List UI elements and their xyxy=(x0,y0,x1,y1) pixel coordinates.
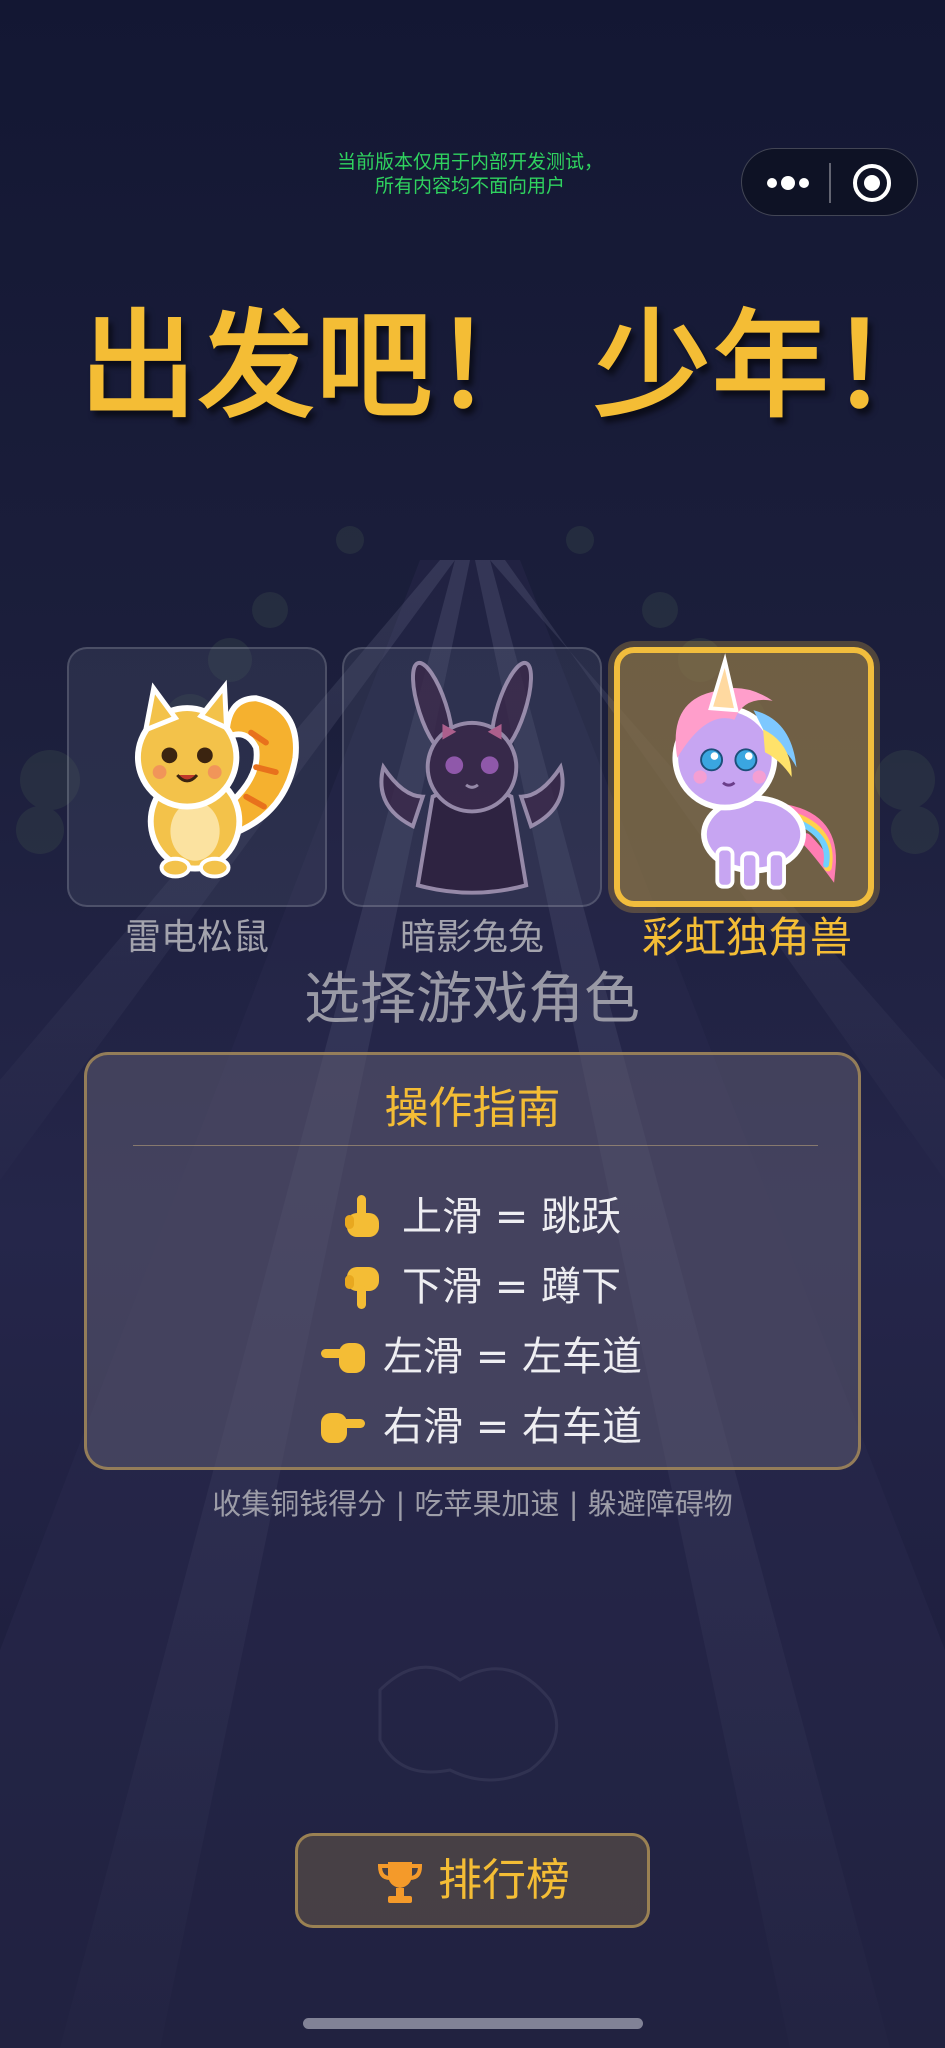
character-card-bunny[interactable] xyxy=(342,647,602,907)
guide-divider xyxy=(133,1145,818,1146)
guide-item-swipe-right: 右滑 = 右车道 xyxy=(87,1397,858,1457)
character-name-squirrel: 雷电松鼠 xyxy=(124,917,269,958)
home-indicator[interactable] xyxy=(303,2018,643,2029)
close-miniprogram-button[interactable] xyxy=(842,163,902,203)
guide-item-text: 上滑 = 跳跃 xyxy=(402,1194,621,1240)
more-dots-icon xyxy=(767,176,809,190)
hand-pointing-up-icon xyxy=(345,1195,379,1237)
guide-item-swipe-up: 上滑 = 跳跃 xyxy=(87,1187,858,1247)
select-character-label: 选择游戏角色 xyxy=(304,967,640,1032)
leaderboard-label: 排行榜 xyxy=(438,1855,570,1906)
miniprogram-capsule xyxy=(741,148,918,216)
gameplay-tips: 收集铜钱得分 | 吃苹果加速 | 躲避障碍物 xyxy=(212,1487,733,1521)
operation-guide-panel: 操作指南 上滑 = 跳跃 下滑 = 蹲下 左滑 = 左车道 右滑 = 右车道 xyxy=(84,1052,861,1470)
dev-notice-line1: 当前版本仅用于内部开发测试， xyxy=(336,151,603,173)
hand-pointing-left-icon xyxy=(321,1343,365,1373)
guide-item-text: 下滑 = 蹲下 xyxy=(402,1264,621,1310)
hand-pointing-down-icon xyxy=(345,1267,379,1309)
guide-item-text: 左滑 = 左车道 xyxy=(383,1334,642,1380)
dev-notice: 当前版本仅用于内部开发测试， 所有内容均不面向用户 xyxy=(310,150,630,198)
character-name-unicorn: 彩虹独角兽 xyxy=(641,913,852,962)
shadow-bunny-icon xyxy=(379,660,565,895)
more-button[interactable] xyxy=(760,163,816,203)
character-card-squirrel[interactable] xyxy=(67,647,327,907)
character-card-unicorn[interactable] xyxy=(614,647,874,907)
guide-item-text: 右滑 = 右车道 xyxy=(383,1404,642,1450)
character-name-bunny: 暗影兔兔 xyxy=(399,917,544,958)
leaderboard-button[interactable]: 排行榜 xyxy=(295,1833,650,1928)
dev-notice-line2: 所有内容均不面向用户 xyxy=(374,175,565,197)
hand-pointing-right-icon xyxy=(321,1413,365,1443)
squirrel-icon xyxy=(134,679,299,879)
guide-item-swipe-left: 左滑 = 左车道 xyxy=(87,1327,858,1387)
game-start-screen: 当前版本仅用于内部开发测试， 所有内容均不面向用户 出发吧！ 少年！ 雷电松鼠 … xyxy=(0,0,945,2048)
guide-title: 操作指南 xyxy=(384,1083,561,1134)
trophy-icon xyxy=(377,1862,423,1903)
target-close-icon xyxy=(853,164,891,202)
page-title: 出发吧！ 少年！ xyxy=(80,299,945,434)
rainbow-unicorn-icon xyxy=(672,653,836,890)
capsule-divider xyxy=(829,163,831,203)
guide-item-swipe-down: 下滑 = 蹲下 xyxy=(87,1257,858,1317)
